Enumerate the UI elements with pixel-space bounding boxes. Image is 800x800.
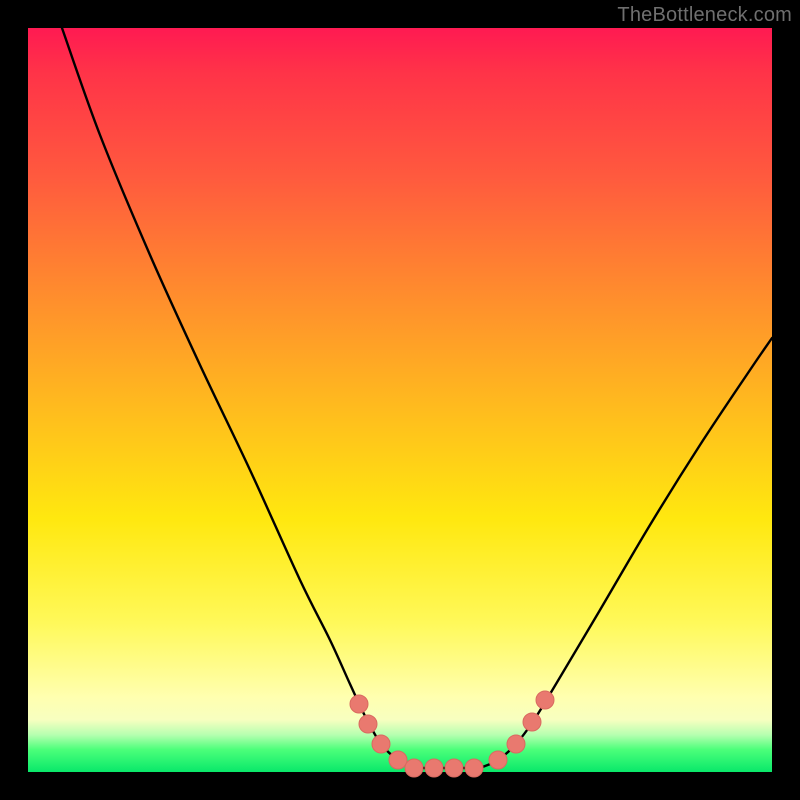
chart-frame: TheBottleneck.com [0, 0, 800, 800]
watermark-text: TheBottleneck.com [617, 4, 792, 27]
chart-gradient-background [28, 28, 772, 772]
